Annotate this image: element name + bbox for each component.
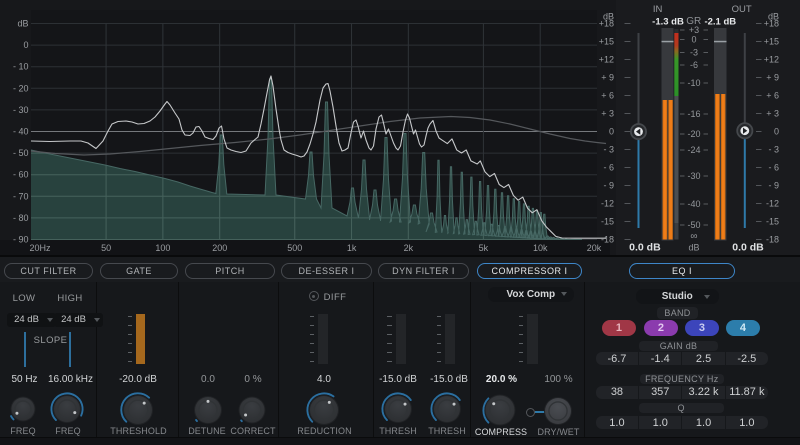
svg-text:-1.3 dB: -1.3 dB [652,17,684,28]
svg-text:20Hz: 20Hz [29,243,51,253]
svg-text:200: 200 [212,243,227,253]
svg-text:- 3: - 3 [603,145,614,155]
svg-text:- 30: - 30 [13,105,29,115]
svg-text:+18: +18 [599,19,614,29]
svg-text:-12: -12 [601,199,614,209]
svg-text:GR: GR [686,16,701,27]
svg-text:∞: ∞ [690,231,697,242]
svg-text:-16: -16 [687,109,700,119]
svg-text:-15: -15 [766,217,779,227]
svg-text:2k: 2k [404,243,414,253]
svg-text:1k: 1k [347,243,357,253]
svg-text:-6: -6 [690,60,698,70]
svg-text:-12: -12 [766,199,779,209]
svg-text:0: 0 [774,127,779,137]
svg-text:+ 3: + 3 [766,109,779,119]
svg-text:+ 3: + 3 [601,109,614,119]
svg-text:10k: 10k [533,243,548,253]
svg-text:OUT: OUT [732,4,752,15]
svg-text:100: 100 [155,243,170,253]
svg-text:- 3: - 3 [768,145,779,155]
svg-text:5k: 5k [479,243,489,253]
svg-text:+ 6: + 6 [766,91,779,101]
svg-text:- 9: - 9 [768,181,779,191]
svg-text:-10: -10 [687,78,700,88]
svg-text:+18: +18 [764,19,779,29]
svg-text:dB: dB [17,19,28,29]
svg-text:0: 0 [691,35,696,45]
svg-text:+ 6: + 6 [601,91,614,101]
svg-text:50: 50 [101,243,111,253]
svg-text:- 20: - 20 [13,83,29,93]
svg-text:0: 0 [609,127,614,137]
svg-text:- 60: - 60 [13,170,29,180]
svg-text:+12: +12 [764,55,779,65]
svg-text:0.0 dB: 0.0 dB [629,241,661,253]
svg-text:-3: -3 [690,48,698,58]
svg-text:- 50: - 50 [13,148,29,158]
svg-text:+ 9: + 9 [601,73,614,83]
svg-text:- 90: - 90 [13,235,29,245]
svg-text:-18: -18 [601,235,614,245]
svg-text:-20: -20 [687,129,700,139]
svg-text:500: 500 [287,243,302,253]
svg-text:20k: 20k [587,243,602,253]
svg-text:0.0 dB: 0.0 dB [732,241,764,253]
svg-text:-30: -30 [687,171,700,181]
svg-text:- 70: - 70 [13,191,29,201]
svg-text:-24: -24 [687,145,700,155]
svg-text:-2.1 dB: -2.1 dB [704,17,736,28]
svg-text:+15: +15 [764,37,779,47]
svg-text:+12: +12 [599,55,614,65]
svg-text:- 80: - 80 [13,213,29,223]
svg-text:dB: dB [688,242,699,252]
svg-text:- 6: - 6 [603,163,614,173]
svg-text:-15: -15 [601,217,614,227]
svg-text:- 40: - 40 [13,127,29,137]
svg-text:+15: +15 [599,37,614,47]
svg-text:-40: -40 [687,199,700,209]
svg-text:-50: -50 [687,220,700,230]
svg-text:-18: -18 [766,235,779,245]
svg-text:0: 0 [23,40,28,50]
svg-text:- 6: - 6 [768,163,779,173]
svg-text:- 10: - 10 [13,62,29,72]
svg-text:IN: IN [653,4,663,15]
svg-text:+ 9: + 9 [766,73,779,83]
svg-text:- 9: - 9 [603,181,614,191]
